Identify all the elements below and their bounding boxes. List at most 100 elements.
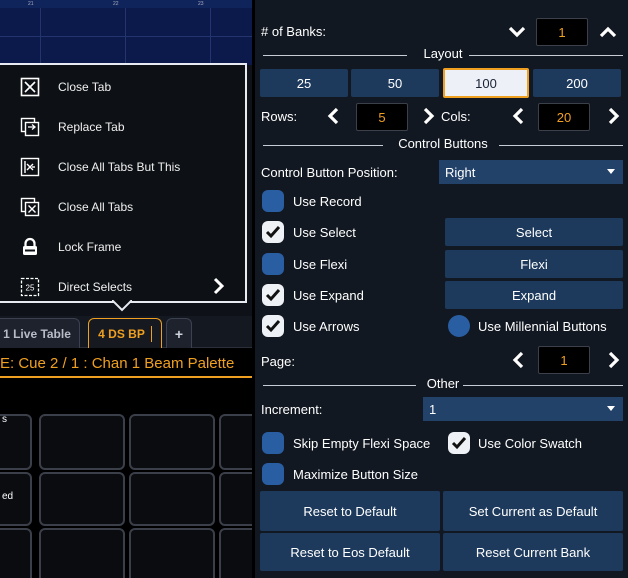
chevron-left-icon (512, 107, 524, 125)
checkmark-icon (265, 289, 281, 302)
cell-label: s (2, 414, 7, 425)
select-button[interactable]: Select (445, 218, 623, 246)
rows-decrement-button[interactable] (323, 106, 343, 126)
banks-decrement-button[interactable] (507, 22, 527, 42)
section-title: Control Buttons (398, 136, 488, 151)
layout-25-button[interactable]: 25 (260, 69, 348, 97)
reset-to-default-button[interactable]: Reset to Default (260, 491, 440, 531)
use-flexi-label: Use Flexi (293, 257, 348, 272)
layout-100-button[interactable]: 100 (443, 68, 529, 98)
grid-cell[interactable] (129, 414, 215, 470)
use-millennial-toggle[interactable] (448, 315, 470, 337)
menu-item-lock-frame[interactable]: Lock Frame (0, 227, 245, 267)
chevron-up-icon (599, 26, 617, 38)
skip-empty-flexi-label: Skip Empty Flexi Space (293, 436, 431, 451)
close-all-but-icon (20, 157, 40, 177)
skip-empty-flexi-checkbox[interactable] (262, 432, 284, 454)
banks-increment-button[interactable] (598, 22, 618, 42)
menu-item-close-tab[interactable]: Close Tab (0, 67, 245, 107)
page-decrement-button[interactable] (508, 350, 528, 370)
use-select-checkbox[interactable] (262, 221, 284, 243)
fader-grid-area: 21 22 23 (0, 0, 252, 65)
banks-label: # of Banks: (261, 24, 327, 39)
page-value-field[interactable]: 1 (538, 346, 590, 374)
cols-decrement-button[interactable] (508, 106, 528, 126)
checkmark-icon (265, 320, 281, 333)
dropdown-value: 1 (429, 401, 437, 417)
increment-select[interactable]: 1 (423, 397, 623, 421)
cols-increment-button[interactable] (604, 106, 624, 126)
button-label: Reset to Eos Default (290, 544, 410, 560)
control-button-position-label: Control Button Position: (261, 165, 398, 180)
menu-item-close-all-tabs[interactable]: Close All Tabs (0, 187, 245, 227)
use-record-checkbox[interactable] (262, 190, 284, 212)
use-arrows-checkbox[interactable] (262, 315, 284, 337)
layout-50-button[interactable]: 50 (351, 69, 439, 97)
cell-label: ed (2, 491, 14, 502)
button-label: Expand (511, 287, 557, 303)
use-expand-checkbox[interactable] (262, 284, 284, 306)
add-tab-button[interactable]: + (166, 318, 192, 348)
rows-value: 5 (378, 109, 386, 125)
rows-value-field[interactable]: 5 (356, 103, 408, 131)
grid-cell[interactable] (129, 472, 215, 526)
button-label: 25 (296, 75, 312, 91)
use-color-swatch-checkbox[interactable] (448, 432, 470, 454)
cue-text: E: Cue 2 / 1 : Chan 1 Beam Palette (0, 355, 235, 372)
use-flexi-checkbox[interactable] (262, 253, 284, 275)
layout-section-header: Layout (263, 46, 623, 64)
menu-item-label: Close All Tabs But This (58, 160, 181, 174)
set-current-as-default-button[interactable]: Set Current as Default (443, 491, 623, 531)
button-label: 50 (387, 75, 403, 91)
rows-label: Rows: (261, 109, 298, 124)
chevron-down-icon (508, 26, 526, 38)
use-millennial-label: Use Millennial Buttons (478, 319, 607, 334)
control-buttons-section-header: Control Buttons (263, 136, 623, 154)
maximize-button-size-checkbox[interactable] (262, 463, 284, 485)
page-increment-button[interactable] (604, 350, 624, 370)
button-label: Set Current as Default (468, 503, 598, 519)
button-label: Select (515, 224, 553, 240)
banks-value: 1 (558, 24, 566, 40)
ruler-mark: 23 (198, 1, 204, 7)
chevron-right-icon (213, 277, 225, 300)
chevron-right-icon (608, 107, 620, 125)
tab-context-menu: Close Tab Replace Tab Close All Tabs But… (0, 63, 247, 303)
cols-value-field[interactable]: 20 (538, 103, 590, 131)
tab-ds-bp[interactable]: 4 DS BP (88, 318, 162, 348)
layout-200-button[interactable]: 200 (533, 69, 621, 97)
menu-item-close-all-but-this[interactable]: Close All Tabs But This (0, 147, 245, 187)
menu-item-label: Close Tab (58, 80, 112, 94)
flexi-button[interactable]: Flexi (445, 250, 623, 278)
tab-live-table[interactable]: 1 Live Table (0, 318, 80, 348)
cell-grid: s ed (0, 410, 259, 578)
menu-item-label: Close All Tabs (58, 200, 134, 214)
button-label: Reset Current Bank (475, 544, 591, 560)
reset-current-bank-button[interactable]: Reset Current Bank (443, 533, 623, 571)
ruler-mark: 22 (113, 1, 119, 7)
page-label: Page: (261, 354, 295, 369)
menu-item-replace-tab[interactable]: Replace Tab (0, 107, 245, 147)
menu-pointer (112, 300, 132, 312)
grid-cell[interactable] (39, 528, 125, 578)
close-all-icon (20, 197, 40, 217)
lock-icon (20, 237, 40, 257)
use-record-label: Use Record (293, 194, 362, 209)
expand-button[interactable]: Expand (445, 281, 623, 309)
dropdown-value: Right (445, 164, 476, 180)
tab-label: 4 DS BP (98, 326, 145, 341)
cols-value: 20 (556, 109, 572, 125)
banks-value-field[interactable]: 1 (536, 18, 588, 46)
control-button-position-select[interactable]: Right (439, 160, 623, 184)
grid-cell[interactable] (129, 528, 215, 578)
menu-item-label: Direct Selects (58, 280, 133, 294)
menu-item-label: Replace Tab (58, 120, 125, 134)
button-label: 200 (566, 75, 588, 91)
grid-cell[interactable] (39, 472, 125, 526)
grid-cell[interactable] (39, 414, 125, 470)
settings-panel: # of Banks: 1 Layout 25 50 100 200 Rows:… (252, 0, 628, 578)
page-value: 1 (560, 352, 568, 368)
use-color-swatch-label: Use Color Swatch (478, 436, 583, 451)
rows-increment-button[interactable] (419, 106, 439, 126)
reset-to-eos-default-button[interactable]: Reset to Eos Default (260, 533, 440, 571)
